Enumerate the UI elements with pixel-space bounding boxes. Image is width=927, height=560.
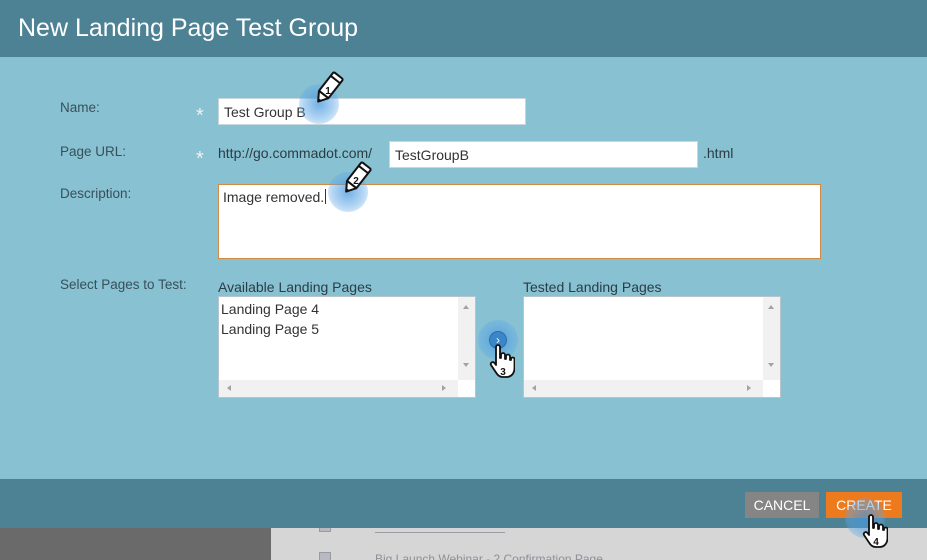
description-label: Description: xyxy=(60,186,132,201)
page-url-label: Page URL: xyxy=(60,144,127,159)
tested-pages-items xyxy=(524,297,764,377)
scroll-right-icon[interactable] xyxy=(747,385,751,391)
cancel-button[interactable]: CANCEL xyxy=(745,492,819,518)
hand-cursor-icon: 4 xyxy=(862,514,888,548)
url-prefix: http://go.commadot.com/ xyxy=(218,145,373,161)
scroll-left-icon[interactable] xyxy=(532,385,536,391)
list-item-landing-page-5[interactable]: Landing Page 5 xyxy=(221,319,457,339)
text-caret xyxy=(325,189,327,204)
description-text: Image removed. xyxy=(223,189,325,205)
name-input[interactable] xyxy=(218,98,526,125)
name-label: Name: xyxy=(60,100,100,115)
scrollbar-corner xyxy=(763,380,780,397)
background-content: Big Launch Webinar - 2 Confirmation Page xyxy=(271,522,927,560)
available-pages-items: Landing Page 4 Landing Page 5 xyxy=(219,297,459,377)
list-item-landing-page-4[interactable]: Landing Page 4 xyxy=(221,299,457,319)
dialog-title: New Landing Page Test Group xyxy=(18,14,359,42)
hand-cursor-icon: 3 xyxy=(489,344,515,378)
page-url-input[interactable] xyxy=(389,141,698,168)
scroll-down-icon[interactable] xyxy=(768,363,774,367)
scroll-down-icon[interactable] xyxy=(463,363,469,367)
available-pages-heading: Available Landing Pages xyxy=(218,279,372,295)
page-icon xyxy=(319,552,331,560)
step-number: 3 xyxy=(500,367,506,378)
scroll-left-icon[interactable] xyxy=(227,385,231,391)
pencil-cursor-icon: 2 xyxy=(345,161,372,193)
description-textarea[interactable]: Image removed. xyxy=(218,184,821,259)
horizontal-scrollbar[interactable] xyxy=(524,380,764,397)
vertical-scrollbar[interactable] xyxy=(458,297,475,381)
scroll-up-icon[interactable] xyxy=(768,305,774,309)
new-test-group-dialog: New Landing Page Test Group Name: * Page… xyxy=(0,0,927,528)
background-sidebar xyxy=(0,528,271,560)
tested-pages-list[interactable] xyxy=(523,296,781,398)
required-asterisk-icon: * xyxy=(196,105,204,127)
tested-pages-heading: Tested Landing Pages xyxy=(523,279,662,295)
url-suffix: .html xyxy=(703,145,734,161)
available-pages-list[interactable]: Landing Page 4 Landing Page 5 xyxy=(218,296,476,398)
dialog-titlebar: New Landing Page Test Group xyxy=(0,0,927,57)
scroll-up-icon[interactable] xyxy=(463,305,469,309)
pencil-cursor-icon: 1 xyxy=(317,71,344,103)
step-number: 4 xyxy=(873,537,879,548)
scrollbar-corner xyxy=(458,380,475,397)
background-page: Big Launch Webinar - 2 Confirmation Page xyxy=(0,522,927,560)
vertical-scrollbar[interactable] xyxy=(763,297,780,381)
horizontal-scrollbar[interactable] xyxy=(219,380,459,397)
step-number: 1 xyxy=(325,86,331,97)
select-pages-label: Select Pages to Test: xyxy=(60,277,187,292)
scroll-right-icon[interactable] xyxy=(442,385,446,391)
background-row-link[interactable]: Big Launch Webinar - 2 Confirmation Page xyxy=(375,552,603,560)
step-number: 2 xyxy=(353,176,359,187)
required-asterisk-icon: * xyxy=(196,148,204,170)
